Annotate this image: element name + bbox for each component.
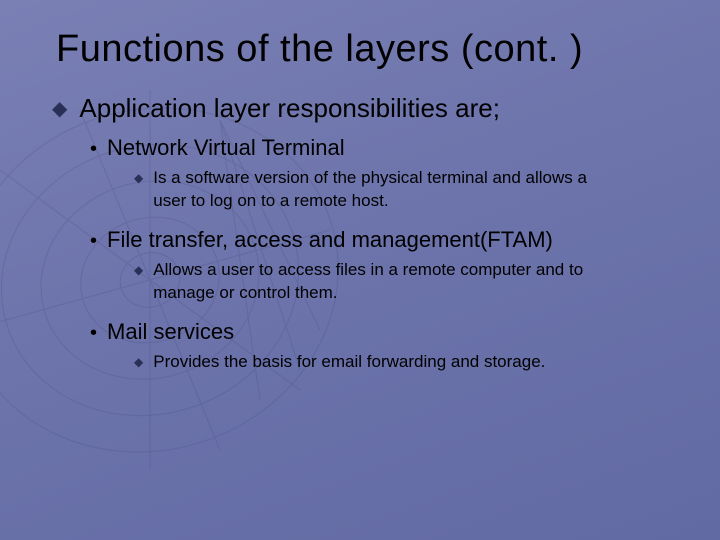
bullet-level3: ◆ Provides the basis for email forwardin… (134, 351, 624, 374)
bullet-level2: • Mail services (90, 319, 672, 347)
dot-bullet-icon: • (90, 135, 97, 163)
level1-text: Application layer responsibilities are; (79, 93, 500, 124)
slide-content: ◆ Application layer responsibilities are… (0, 79, 720, 374)
level2-text: Network Virtual Terminal (107, 135, 345, 161)
level2-text: File transfer, access and management(FTA… (107, 227, 553, 253)
bullet-level3: ◆ Is a software version of the physical … (134, 167, 624, 213)
small-diamond-icon: ◆ (134, 167, 143, 189)
diamond-bullet-icon: ◆ (52, 93, 67, 125)
bullet-level1: ◆ Application layer responsibilities are… (48, 93, 672, 125)
slide-title: Functions of the layers (cont. ) (0, 0, 720, 79)
level3-text: Allows a user to access files in a remot… (153, 259, 624, 305)
dot-bullet-icon: • (90, 227, 97, 255)
level3-text: Provides the basis for email forwarding … (153, 351, 545, 374)
slide: Functions of the layers (cont. ) ◆ Appli… (0, 0, 720, 540)
dot-bullet-icon: • (90, 319, 97, 347)
bullet-level2: • File transfer, access and management(F… (90, 227, 672, 255)
bullet-level2: • Network Virtual Terminal (90, 135, 672, 163)
small-diamond-icon: ◆ (134, 259, 143, 281)
bullet-level3: ◆ Allows a user to access files in a rem… (134, 259, 624, 305)
level3-text: Is a software version of the physical te… (153, 167, 624, 213)
small-diamond-icon: ◆ (134, 351, 143, 373)
level2-text: Mail services (107, 319, 234, 345)
